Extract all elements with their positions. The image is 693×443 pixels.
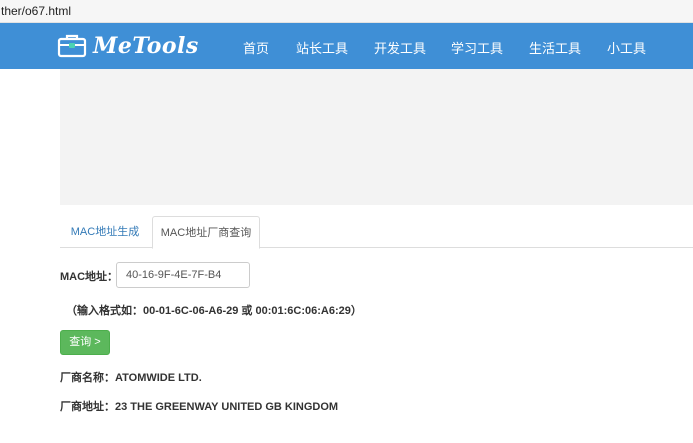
- format-hint: （输入格式如：00-01-6C-06-A6-29 或 00:01:6C:06:A…: [66, 305, 362, 317]
- nav-item-webmaster-tools[interactable]: 站长工具: [296, 38, 348, 57]
- vendor-address-result: 厂商地址：23 THE GREENWAY UNITED GB KINGDOM: [60, 401, 339, 413]
- tab-mac-generate[interactable]: MAC地址生成: [60, 216, 150, 248]
- tool-tabs: MAC地址生成 MAC地址厂商查询: [60, 216, 693, 249]
- nav-item-dev-tools[interactable]: 开发工具: [374, 38, 426, 57]
- address-url-text: ther/o67.html: [1, 4, 72, 18]
- ad-banner-placeholder: [60, 69, 693, 205]
- vendor-name-result: 厂商名称：ATOMWIDE LTD.: [60, 372, 202, 384]
- browser-address-bar[interactable]: ther/o67.html: [0, 0, 693, 23]
- nav-item-life-tools[interactable]: 生活工具: [529, 38, 581, 57]
- mac-address-input[interactable]: [116, 262, 250, 288]
- nav-item-home[interactable]: 首页: [243, 38, 269, 57]
- site-logo[interactable]: MeTools: [57, 30, 199, 62]
- query-button[interactable]: 查询 >: [60, 330, 110, 355]
- mac-address-label: MAC地址：: [60, 271, 119, 283]
- top-navbar: MeTools 首页 站长工具 开发工具 学习工具 生活工具 小工具: [0, 23, 693, 69]
- brand-name: MeTools: [93, 33, 199, 59]
- nav-item-small-tools[interactable]: 小工具: [607, 38, 646, 57]
- tab-mac-vendor-lookup[interactable]: MAC地址厂商查询: [152, 216, 260, 249]
- toolbox-icon: [57, 34, 87, 58]
- nav-item-study-tools[interactable]: 学习工具: [451, 38, 503, 57]
